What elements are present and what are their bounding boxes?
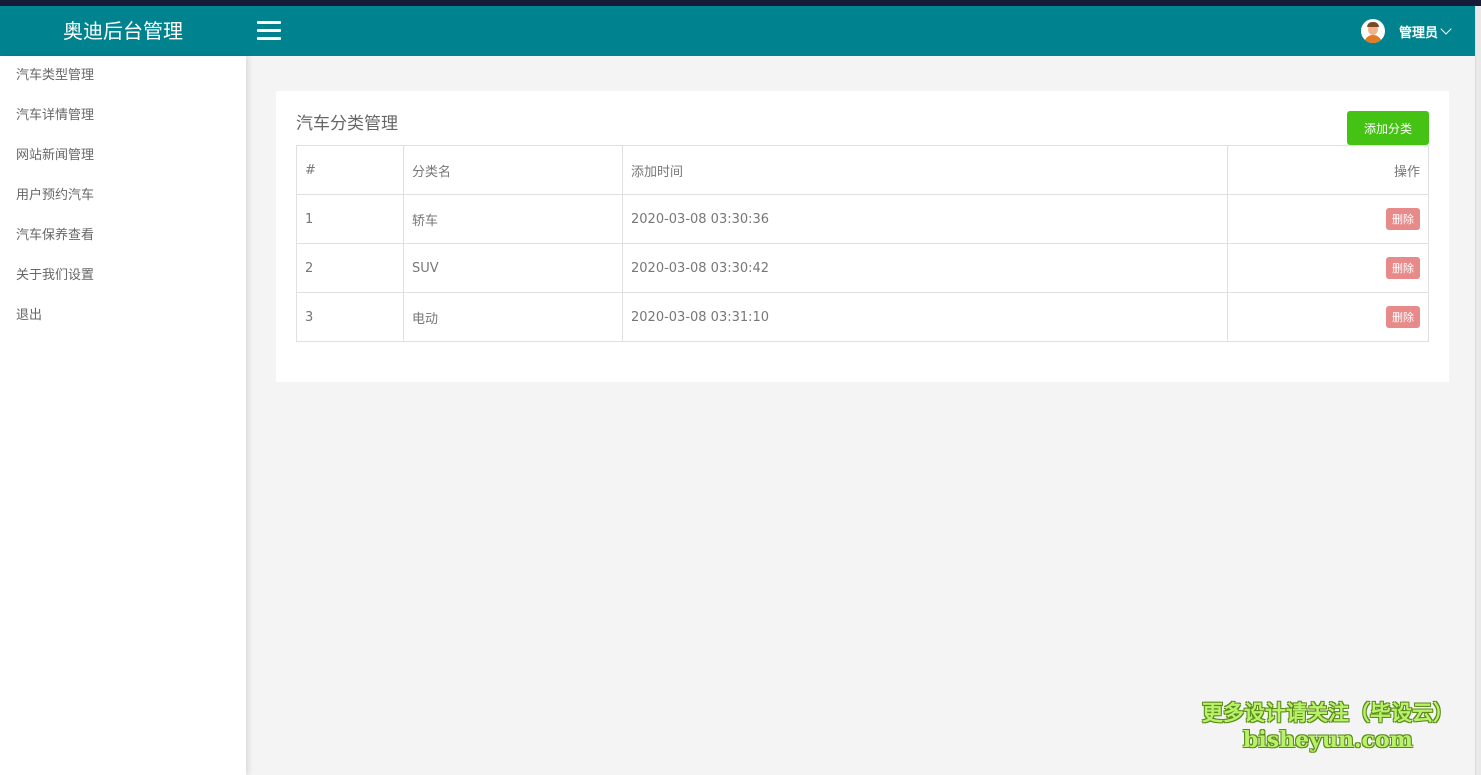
category-table: # 分类名 添加时间 操作 1 轿车 2020-03-08 03:30:36 删…	[296, 145, 1429, 342]
watermark-line2: bisheyun.com	[1243, 727, 1413, 753]
table-row: 3 电动 2020-03-08 03:31:10 删除	[296, 292, 1429, 342]
page-title: 汽车分类管理	[296, 114, 398, 134]
sidebar-item-car-details[interactable]: 汽车详情管理	[0, 96, 246, 136]
row-action-cell: 删除	[1227, 243, 1429, 293]
row-index: 3	[296, 292, 404, 342]
row-category-name: 电动	[403, 292, 623, 342]
delete-button[interactable]: 删除	[1386, 306, 1420, 328]
sidebar-item-logout[interactable]: 退出	[0, 296, 246, 336]
watermark: 更多设计请关注（毕设云） bisheyun.com	[1198, 700, 1458, 754]
row-added-time: 2020-03-08 03:30:36	[622, 194, 1228, 244]
column-header-name: 分类名	[403, 145, 623, 195]
row-action-cell: 删除	[1227, 292, 1429, 342]
row-index: 1	[296, 194, 404, 244]
table-header-row: # 分类名 添加时间 操作	[296, 145, 1429, 195]
row-index: 2	[296, 243, 404, 293]
sidebar-item-car-types[interactable]: 汽车类型管理	[0, 56, 246, 96]
user-menu[interactable]: 管理员	[1360, 6, 1452, 56]
row-category-name: SUV	[403, 243, 623, 293]
category-panel: 汽车分类管理 添加分类 # 分类名 添加时间 操作 1 轿车 2020-03-0…	[276, 91, 1449, 382]
delete-button[interactable]: 删除	[1386, 257, 1420, 279]
chevron-down-icon	[1440, 23, 1452, 35]
app-title: 奥迪后台管理	[63, 19, 183, 43]
avatar	[1360, 19, 1385, 43]
sidebar-item-maintenance[interactable]: 汽车保养查看	[0, 216, 246, 256]
table-row: 1 轿车 2020-03-08 03:30:36 删除	[296, 194, 1429, 244]
row-added-time: 2020-03-08 03:31:10	[622, 292, 1228, 342]
delete-button[interactable]: 删除	[1386, 208, 1420, 230]
row-category-name: 轿车	[403, 194, 623, 244]
menu-toggle-icon[interactable]	[257, 21, 281, 41]
sidebar-item-about[interactable]: 关于我们设置	[0, 256, 246, 296]
sidebar-item-news[interactable]: 网站新闻管理	[0, 136, 246, 176]
table-row: 2 SUV 2020-03-08 03:30:42 删除	[296, 243, 1429, 293]
column-header-time: 添加时间	[622, 145, 1228, 195]
scrollbar[interactable]	[1475, 6, 1481, 775]
top-header: 奥迪后台管理 管理员	[0, 6, 1475, 56]
watermark-line1: 更多设计请关注（毕设云）	[1202, 701, 1454, 725]
user-name: 管理员	[1398, 25, 1438, 41]
row-action-cell: 删除	[1227, 194, 1429, 244]
add-category-button[interactable]: 添加分类	[1347, 111, 1429, 145]
column-header-index: #	[296, 145, 404, 195]
sidebar: 汽车类型管理 汽车详情管理 网站新闻管理 用户预约汽车 汽车保养查看 关于我们设…	[0, 56, 246, 775]
sidebar-item-reservations[interactable]: 用户预约汽车	[0, 176, 246, 216]
row-added-time: 2020-03-08 03:30:42	[622, 243, 1228, 293]
column-header-action: 操作	[1227, 145, 1429, 195]
